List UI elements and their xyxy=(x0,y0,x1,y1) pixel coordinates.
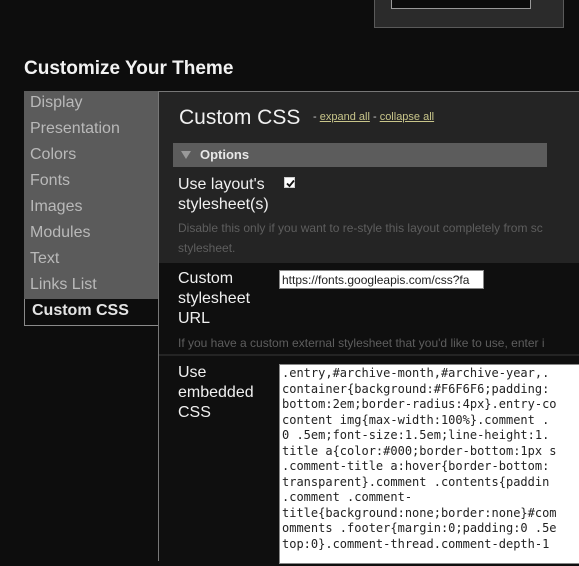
sidebar-item-presentation[interactable]: Presentation xyxy=(24,117,158,143)
theme-preview-image xyxy=(391,0,531,9)
custom-stylesheet-help: If you have a custom external stylesheet… xyxy=(178,336,545,350)
expand-all-link[interactable]: expand all xyxy=(320,111,370,123)
sidebar-item-images[interactable]: Images xyxy=(24,195,158,221)
sidebar-nav: Display Presentation Colors Fonts Images… xyxy=(24,91,158,299)
help-line: Disable this only if you want to re-styl… xyxy=(178,221,543,235)
embedded-css-textarea[interactable]: .entry,#archive-month,#archive-year,. co… xyxy=(279,364,579,564)
collapse-all-link[interactable]: collapse all xyxy=(380,111,434,123)
collapse-triangle-icon xyxy=(181,151,191,159)
label-line: Use layout's xyxy=(178,176,265,193)
options-section-header[interactable]: Options xyxy=(173,143,547,167)
links-separator: - xyxy=(372,111,377,123)
options-label: Options xyxy=(200,147,250,162)
sidebar-item-custom-css[interactable]: Custom CSS xyxy=(24,299,160,326)
label-line: CSS xyxy=(178,404,211,421)
custom-css-panel: Custom CSS - expand all - collapse all O… xyxy=(158,91,579,566)
label-line: stylesheet xyxy=(178,290,251,307)
sidebar-item-modules[interactable]: Modules xyxy=(24,221,158,247)
checkmark-icon xyxy=(286,179,295,188)
sidebar-item-text[interactable]: Text xyxy=(24,247,158,273)
sidebar-item-display[interactable]: Display xyxy=(24,91,158,117)
embedded-css-label: Use embedded CSS xyxy=(178,363,254,423)
sidebar-item-fonts[interactable]: Fonts xyxy=(24,169,158,195)
layout-stylesheet-help: Disable this only if you want to re-styl… xyxy=(178,218,543,258)
page-title: Customize Your Theme xyxy=(24,58,234,79)
label-line: Use xyxy=(178,364,207,381)
custom-stylesheet-label: Custom stylesheet URL xyxy=(178,269,250,329)
panel-links: - expand all - collapse all xyxy=(313,111,434,123)
layout-stylesheet-label: Use layout's stylesheet(s) xyxy=(178,175,269,215)
panel-title: Custom CSS xyxy=(179,106,301,129)
theme-preview-thumbnail xyxy=(374,0,564,28)
sidebar-item-colors[interactable]: Colors xyxy=(24,143,158,169)
layout-stylesheet-checkbox[interactable] xyxy=(284,177,295,188)
label-line: embedded xyxy=(178,384,254,401)
label-line: Custom xyxy=(178,270,234,287)
links-separator: - xyxy=(313,111,317,123)
sidebar-item-links-list[interactable]: Links List xyxy=(24,273,158,299)
label-line: stylesheet(s) xyxy=(178,196,269,213)
label-line: URL xyxy=(178,310,211,327)
help-line: stylesheet. xyxy=(178,241,236,255)
custom-stylesheet-url-input[interactable] xyxy=(279,270,484,289)
